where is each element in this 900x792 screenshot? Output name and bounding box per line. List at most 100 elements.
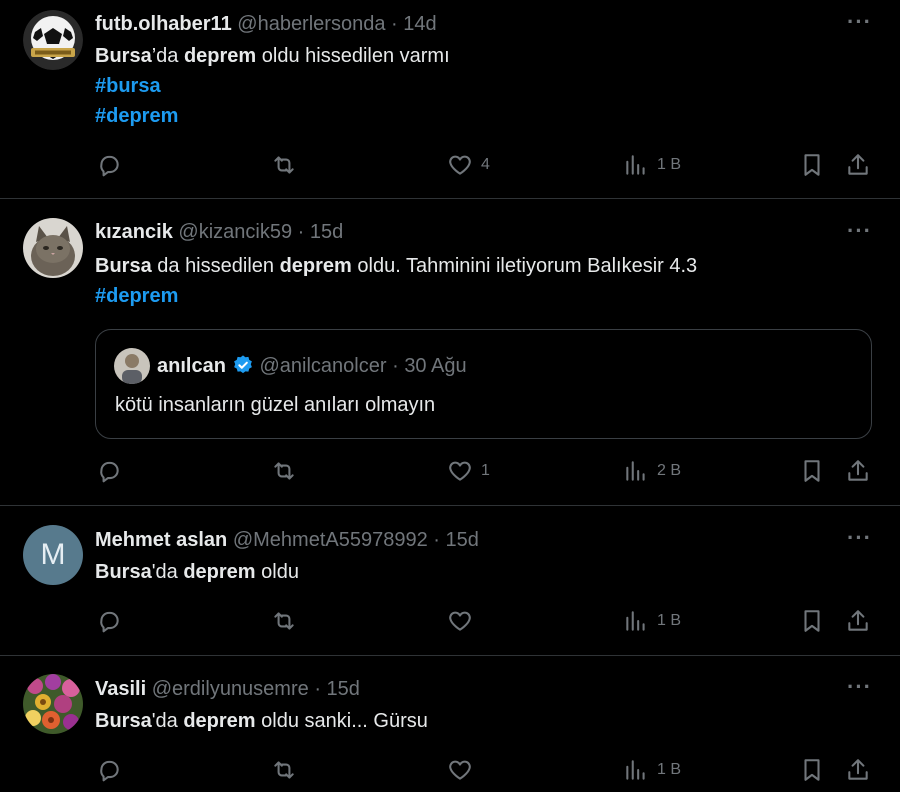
tweet-feed: futb.olhaber11 @haberlersonda · 14d Burs… xyxy=(0,0,900,792)
author-handle[interactable]: @MehmetA55978992 xyxy=(233,529,428,551)
author-name[interactable]: Vasili xyxy=(95,678,146,700)
verified-badge-icon xyxy=(234,355,252,374)
bold-word: deprem xyxy=(183,45,257,67)
timestamp[interactable]: 15d xyxy=(446,529,479,551)
tweet[interactable]: futb.olhaber11 @haberlersonda · 14d Burs… xyxy=(0,0,900,199)
reply-button[interactable] xyxy=(96,755,130,785)
bold-word: Bursa xyxy=(95,710,152,732)
reply-button[interactable] xyxy=(96,456,130,486)
avatar[interactable] xyxy=(23,218,83,278)
share-button[interactable] xyxy=(845,150,871,180)
views-button[interactable]: 2 B xyxy=(623,456,681,486)
tweet-text: Bursa da hissedilen deprem oldu. Tahmini… xyxy=(95,251,876,311)
bookmark-button[interactable] xyxy=(799,606,825,636)
quoted-tweet[interactable]: anılcan @anilcanolcer · 30 Ağu kötü insa… xyxy=(95,329,872,439)
view-count: 1 B xyxy=(657,156,682,173)
avatar[interactable] xyxy=(23,10,83,70)
views-button[interactable]: 1 B xyxy=(623,755,681,785)
share-button[interactable] xyxy=(845,606,871,636)
share-button[interactable] xyxy=(845,755,871,785)
more-icon[interactable]: ··· xyxy=(847,11,872,33)
views-button[interactable]: 1 B xyxy=(623,150,681,180)
bookmark-icon xyxy=(804,759,820,781)
bookmark-button[interactable] xyxy=(799,456,825,486)
text-line: Bursa'da deprem oldu xyxy=(95,557,876,587)
reply-button[interactable] xyxy=(96,606,130,636)
quoted-author-handle[interactable]: @anilcanolcer xyxy=(259,355,386,377)
tweet[interactable]: M Mehmet aslan @MehmetA55978992 · 15d Bu… xyxy=(0,506,900,656)
separator: · xyxy=(314,678,321,700)
text-segment: ’da xyxy=(151,45,184,67)
reply-button[interactable] xyxy=(96,150,130,180)
author-name[interactable]: Mehmet aslan xyxy=(95,529,227,551)
share-icon xyxy=(848,154,868,175)
heart-icon xyxy=(449,155,471,175)
text-line: Bursa’da deprem oldu hissedilen varmı xyxy=(95,41,876,71)
heart-icon xyxy=(449,611,471,631)
view-count: 1 B xyxy=(657,761,682,778)
reply-icon xyxy=(100,155,119,177)
tweet-header: kızancik @kizancik59 · 15d xyxy=(95,218,876,246)
views-icon xyxy=(626,155,645,175)
like-button[interactable]: 4 xyxy=(447,150,490,180)
more-icon[interactable]: ··· xyxy=(847,527,872,549)
quoted-header: anılcan @anilcanolcer · 30 Ağu xyxy=(157,352,467,380)
bold-word: deprem xyxy=(183,710,256,732)
text-segment: oldu. Tahminini iletiyorum Balıkesir 4.3 xyxy=(351,255,698,277)
heart-icon xyxy=(449,760,471,780)
views-button[interactable]: 1 B xyxy=(623,606,681,636)
hashtag-link[interactable]: #deprem xyxy=(95,285,178,307)
hashtag-link[interactable]: #deprem xyxy=(95,105,178,127)
retweet-button[interactable] xyxy=(271,456,305,486)
bookmark-button[interactable] xyxy=(799,755,825,785)
quoted-avatar[interactable] xyxy=(114,348,150,384)
views-icon xyxy=(626,611,645,631)
tweet[interactable]: Vasili @erdilyunusemre · 15d Bursa'da de… xyxy=(0,656,900,792)
like-count: 4 xyxy=(481,156,490,173)
timestamp[interactable]: 15d xyxy=(327,678,360,700)
text-line: Bursa'da deprem oldu sanki... Gürsu xyxy=(95,706,876,736)
author-name[interactable]: kızancik xyxy=(95,221,173,243)
avatar-letter: M xyxy=(40,538,66,571)
flowers-photo-avatar-icon xyxy=(23,674,83,734)
text-segment: da hissedilen xyxy=(151,255,280,277)
author-handle[interactable]: @kizancik59 xyxy=(178,221,292,243)
bookmark-button[interactable] xyxy=(799,150,825,180)
separator: · xyxy=(297,221,305,243)
retweet-button[interactable] xyxy=(271,755,305,785)
retweet-button[interactable] xyxy=(271,606,305,636)
tweet-text: Bursa’da deprem oldu hissedilen varmı #b… xyxy=(95,41,876,131)
cat-photo-avatar-icon xyxy=(23,218,83,278)
quoted-author-name[interactable]: anılcan xyxy=(157,355,226,377)
heart-icon xyxy=(449,461,471,481)
author-handle[interactable]: @haberlersonda xyxy=(237,13,385,35)
quoted-text: kötü insanların güzel anıları olmayın xyxy=(115,394,436,416)
like-button[interactable] xyxy=(447,755,481,785)
views-icon xyxy=(626,760,645,780)
timestamp[interactable]: 15d xyxy=(310,221,343,243)
share-icon xyxy=(848,759,868,780)
separator: · xyxy=(433,529,440,551)
like-button[interactable] xyxy=(447,606,481,636)
quoted-timestamp[interactable]: 30 Ağu xyxy=(404,355,466,377)
retweet-icon xyxy=(274,156,294,174)
author-name[interactable]: futb.olhaber11 xyxy=(95,13,232,35)
separator: · xyxy=(392,355,399,377)
retweet-button[interactable] xyxy=(271,150,305,180)
tweet-text: Bursa'da deprem oldu xyxy=(95,557,876,587)
text-segment: oldu xyxy=(255,561,299,583)
bold-word: Bursa xyxy=(95,561,152,583)
author-handle[interactable]: @erdilyunusemre xyxy=(152,678,309,700)
reply-icon xyxy=(100,760,119,782)
tweet-actions: 1 2 B xyxy=(0,456,900,486)
share-button[interactable] xyxy=(845,456,871,486)
hashtag-link[interactable]: #bursa xyxy=(95,75,161,97)
text-line: #deprem xyxy=(95,281,876,311)
avatar[interactable] xyxy=(23,674,83,734)
avatar[interactable]: M xyxy=(23,525,83,585)
tweet[interactable]: kızancik @kizancik59 · 15d Bursa da hiss… xyxy=(0,199,900,506)
more-icon[interactable]: ··· xyxy=(847,220,872,242)
timestamp[interactable]: 14d xyxy=(403,13,436,35)
like-button[interactable]: 1 xyxy=(447,456,490,486)
more-icon[interactable]: ··· xyxy=(847,676,872,698)
